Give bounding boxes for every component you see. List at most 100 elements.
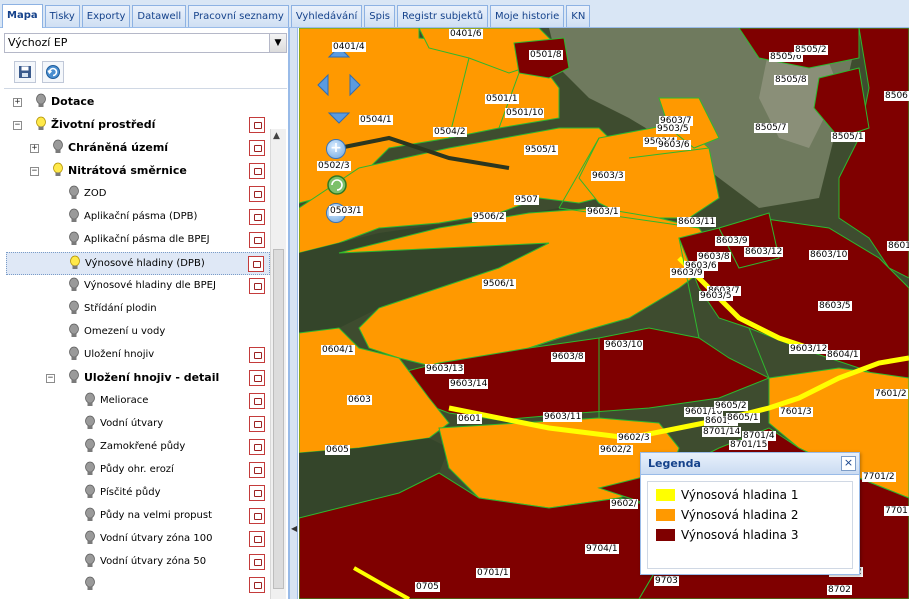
layer-settings-icon[interactable] <box>248 256 264 272</box>
collapse-icon[interactable]: − <box>30 167 39 176</box>
save-button[interactable] <box>14 61 36 83</box>
pan-down-icon[interactable] <box>327 111 351 125</box>
lightbulb-on-icon[interactable] <box>52 162 64 178</box>
tree-item-label: ZOD <box>84 188 107 199</box>
scrollbar-thumb[interactable] <box>273 249 284 589</box>
tree-item[interactable]: Výnosové hladiny dle BPEJ <box>6 275 270 298</box>
tree-item[interactable]: Meliorace <box>6 390 270 413</box>
pan-left-icon[interactable] <box>316 73 330 97</box>
zoom-extent-icon[interactable] <box>325 173 349 197</box>
tree-item[interactable]: Vodní útvary <box>6 413 270 436</box>
lightbulb-off-icon[interactable] <box>52 139 64 155</box>
scroll-up-icon[interactable]: ▲ <box>273 131 280 141</box>
tab-4[interactable]: Pracovní seznamy <box>188 5 289 27</box>
tab-1[interactable]: Tisky <box>44 5 80 27</box>
tree-item[interactable]: ZOD <box>6 183 270 206</box>
layer-settings-icon[interactable] <box>249 416 265 432</box>
tab-0[interactable]: Mapa <box>2 4 43 28</box>
tab-9[interactable]: KN <box>566 5 591 27</box>
layer-settings-icon[interactable] <box>249 439 265 455</box>
tree-item[interactable]: Půdy ohr. erozí <box>6 459 270 482</box>
lightbulb-off-icon[interactable] <box>84 553 96 569</box>
tree-item[interactable]: + Dotace <box>6 91 270 114</box>
tree-item[interactable]: Aplikační pásma (DPB) <box>6 206 270 229</box>
close-icon[interactable]: × <box>841 456 856 471</box>
lightbulb-off-icon[interactable] <box>84 438 96 454</box>
chevron-down-icon[interactable]: ▼ <box>269 34 286 52</box>
layer-settings-icon[interactable] <box>249 232 265 248</box>
legend-window: Legenda × Výnosová hladina 1 Výnosová hla… <box>640 452 860 575</box>
layer-settings-icon[interactable] <box>249 577 265 593</box>
collapse-icon[interactable]: − <box>13 121 22 130</box>
tab-3[interactable]: Datawell <box>132 5 187 27</box>
lightbulb-off-icon[interactable] <box>68 185 80 201</box>
tree-item[interactable]: − Uložení hnojiv - detail <box>6 367 270 390</box>
tree-item[interactable] <box>6 574 270 597</box>
view-selector[interactable]: Výchozí EP ▼ <box>4 33 287 53</box>
lightbulb-off-icon[interactable] <box>35 93 47 109</box>
tab-2[interactable]: Exporty <box>81 5 131 27</box>
tree-item-label: Výnosové hladiny dle BPEJ <box>84 280 216 291</box>
tab-7[interactable]: Registr subjektů <box>396 5 489 27</box>
lightbulb-on-icon[interactable] <box>69 255 81 271</box>
lightbulb-off-icon[interactable] <box>68 346 80 362</box>
layer-settings-icon[interactable] <box>249 209 265 225</box>
lightbulb-off-icon[interactable] <box>68 208 80 224</box>
tree-item[interactable]: − Životní prostředí <box>6 114 270 137</box>
collapse-left-icon[interactable]: ◀ <box>291 524 297 533</box>
tree-item[interactable]: − Nitrátová směrnice <box>6 160 270 183</box>
lightbulb-off-icon[interactable] <box>68 277 80 293</box>
tree-item[interactable]: Půdy na velmi propust <box>6 505 270 528</box>
parcel-label: 9704/1 <box>585 544 619 554</box>
layer-settings-icon[interactable] <box>249 117 265 133</box>
lightbulb-off-icon[interactable] <box>68 231 80 247</box>
layer-settings-icon[interactable] <box>249 393 265 409</box>
layer-settings-icon[interactable] <box>249 485 265 501</box>
layer-settings-icon[interactable] <box>249 347 265 363</box>
lightbulb-off-icon[interactable] <box>84 507 96 523</box>
layer-settings-icon[interactable] <box>249 163 265 179</box>
parcel-label: 7601/2 <box>874 389 908 399</box>
tree-item[interactable]: Vodní útvary zóna 50 <box>6 551 270 574</box>
tree-item-label: Vodní útvary zóna 50 <box>100 556 207 567</box>
layer-settings-icon[interactable] <box>249 554 265 570</box>
lightbulb-on-icon[interactable] <box>35 116 47 132</box>
tab-6[interactable]: Spis <box>364 5 395 27</box>
layer-settings-icon[interactable] <box>249 278 265 294</box>
lightbulb-off-icon[interactable] <box>68 369 80 385</box>
lightbulb-off-icon[interactable] <box>84 484 96 500</box>
refresh-button[interactable] <box>42 61 64 83</box>
legend-item: Výnosová hladina 1 <box>656 486 798 504</box>
tree-item[interactable]: Uložení hnojiv <box>6 344 270 367</box>
lightbulb-off-icon[interactable] <box>84 461 96 477</box>
expand-icon[interactable]: + <box>13 98 22 107</box>
tab-8[interactable]: Moje historie <box>490 5 565 27</box>
lightbulb-off-icon[interactable] <box>84 392 96 408</box>
layer-settings-icon[interactable] <box>249 508 265 524</box>
tree-item[interactable]: Písčité půdy <box>6 482 270 505</box>
tab-5[interactable]: Vyhledávání <box>290 5 363 27</box>
zoom-in-icon[interactable]: + <box>326 139 346 159</box>
layer-settings-icon[interactable] <box>249 370 265 386</box>
tree-scrollbar[interactable]: ▲ <box>270 129 286 599</box>
lightbulb-off-icon[interactable] <box>84 530 96 546</box>
lightbulb-off-icon[interactable] <box>84 576 96 592</box>
panel-splitter[interactable]: ◀ <box>289 28 298 599</box>
tree-item[interactable]: Střídání plodin <box>6 298 270 321</box>
tree-item[interactable]: Vodní útvary zóna 100 <box>6 528 270 551</box>
tree-item[interactable]: + Chráněná území <box>6 137 270 160</box>
layer-settings-icon[interactable] <box>249 462 265 478</box>
collapse-icon[interactable]: − <box>46 374 55 383</box>
tree-item[interactable]: Výnosové hladiny (DPB) <box>6 252 270 275</box>
pan-right-icon[interactable] <box>348 73 362 97</box>
tree-item[interactable]: Zamokřené půdy <box>6 436 270 459</box>
tree-item[interactable]: Omezení u vody <box>6 321 270 344</box>
layer-settings-icon[interactable] <box>249 531 265 547</box>
tree-item[interactable]: Aplikační pásma dle BPEJ <box>6 229 270 252</box>
layer-settings-icon[interactable] <box>249 140 265 156</box>
lightbulb-off-icon[interactable] <box>84 415 96 431</box>
layer-settings-icon[interactable] <box>249 186 265 202</box>
lightbulb-off-icon[interactable] <box>68 300 80 316</box>
expand-icon[interactable]: + <box>30 144 39 153</box>
lightbulb-off-icon[interactable] <box>68 323 80 339</box>
